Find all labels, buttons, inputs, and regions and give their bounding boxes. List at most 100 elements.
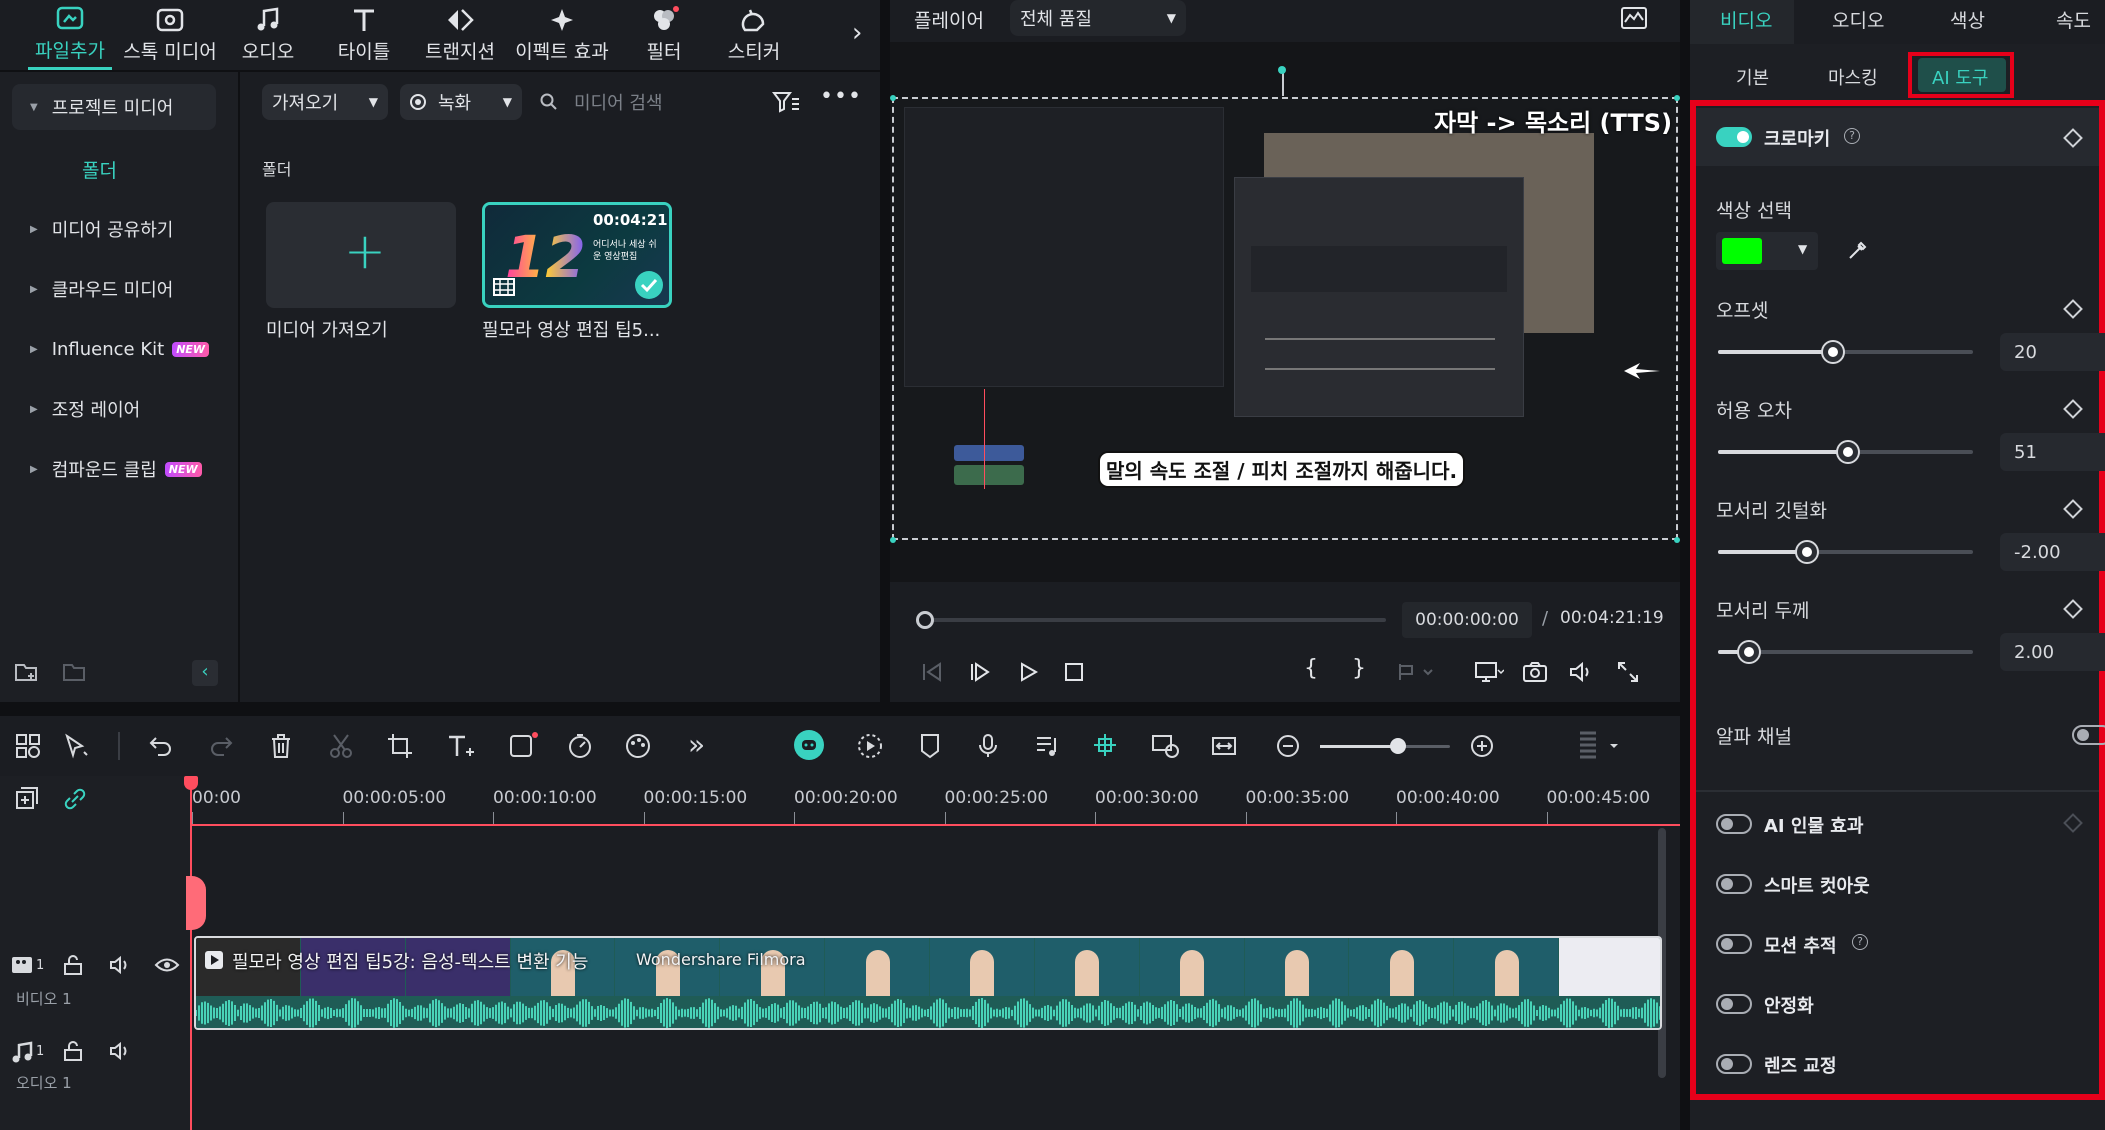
sidebar-item-influence-kit[interactable]: ▶ Influence Kit NEW	[12, 326, 216, 372]
select-cursor-icon[interactable]	[62, 732, 90, 760]
rotate-handle[interactable]	[1278, 66, 1286, 74]
param-slider-thumb[interactable]	[1838, 442, 1859, 462]
transform-corner-handle[interactable]	[890, 95, 896, 101]
speed-timer-icon[interactable]	[566, 732, 594, 760]
delete-folder-icon[interactable]	[62, 660, 88, 684]
ai-tool-toggle[interactable]	[1716, 1054, 1752, 1074]
sidebar-item-folder[interactable]: 폴더	[82, 156, 117, 183]
track-layout-icon[interactable]	[1576, 730, 1626, 762]
redo-icon[interactable]	[208, 734, 234, 758]
mark-in-icon[interactable]: {	[1304, 656, 1318, 681]
param-slider[interactable]	[1718, 542, 1973, 562]
help-icon[interactable]: ?	[1852, 934, 1868, 950]
media-search[interactable]: 미디어 검색	[540, 84, 663, 120]
render-preview-icon[interactable]	[1150, 732, 1180, 760]
sidebar-item-compound-clip[interactable]: ▶ 컴파운드 클립 NEW	[12, 446, 216, 492]
track-visibility-eye-icon[interactable]	[154, 954, 180, 976]
shape-add-icon[interactable]	[508, 730, 540, 760]
search-input[interactable]: 미디어 검색	[574, 89, 663, 115]
audio-mix-icon[interactable]	[1034, 732, 1060, 760]
track-mute-icon[interactable]	[108, 954, 132, 976]
timeline-ruler[interactable]: 00:00 00:00:05:00 00:00:10:00 00:00:15:00 00…	[190, 776, 1680, 824]
ai-tool-toggle[interactable]	[1716, 994, 1752, 1014]
previous-frame-icon[interactable]	[920, 660, 944, 684]
zoom-out-icon[interactable]	[1276, 734, 1300, 758]
subtab-masking[interactable]: 마스킹	[1828, 64, 1878, 90]
text-add-icon[interactable]	[446, 732, 476, 760]
param-value-input[interactable]: -2.00	[2000, 533, 2105, 571]
toolbar-effects[interactable]: 이펙트 효과	[512, 0, 612, 70]
split-scissors-icon[interactable]	[328, 732, 354, 760]
auto-highlight-icon[interactable]	[856, 732, 884, 760]
toolbar-transitions[interactable]: 트랜지션	[420, 0, 500, 70]
media-clip-tile[interactable]: 12 어디서나 세상 쉬운 영상편집 00:04:21	[482, 202, 672, 308]
collapse-sidebar-button[interactable]: ‹	[192, 660, 218, 686]
param-slider[interactable]	[1718, 642, 1973, 662]
import-media-tile[interactable]: +	[266, 202, 456, 308]
play-icon[interactable]	[1016, 660, 1040, 684]
track-lock-icon[interactable]	[62, 954, 84, 976]
zoom-slider-thumb[interactable]	[1390, 738, 1406, 754]
transform-corner-handle[interactable]	[890, 537, 896, 543]
video-preview[interactable]: 자막 -> 목소리 (TTS) 말의 속도 조절 / 피치 조절까지 해줍니다.	[890, 42, 1680, 582]
sidebar-item-media-share[interactable]: ▶ 미디어 공유하기	[12, 206, 216, 252]
delete-trash-icon[interactable]	[268, 732, 294, 760]
marker-shield-icon[interactable]	[918, 732, 942, 760]
fit-timeline-icon[interactable]	[1210, 732, 1238, 760]
param-slider-thumb[interactable]	[1738, 642, 1759, 662]
ai-tool-toggle[interactable]	[1716, 934, 1752, 954]
import-dropdown[interactable]: 가져오기 ▼	[262, 84, 388, 120]
fullscreen-icon[interactable]	[1616, 660, 1640, 684]
playhead[interactable]	[190, 776, 192, 1130]
eyedropper-icon[interactable]	[1846, 238, 1870, 262]
playhead-grip[interactable]	[186, 876, 206, 930]
tab-audio[interactable]: 오디오	[1832, 6, 1884, 33]
subtab-basic[interactable]: 기본	[1736, 64, 1769, 90]
next-frame-icon[interactable]	[968, 660, 992, 684]
snap-magnet-icon[interactable]	[1090, 730, 1120, 760]
record-dropdown[interactable]: 녹화 ▼	[400, 84, 522, 120]
param-slider[interactable]	[1718, 442, 1973, 462]
display-settings-icon[interactable]	[1474, 660, 1504, 684]
transform-corner-handle[interactable]	[1674, 537, 1680, 543]
ai-assistant-icon[interactable]	[794, 730, 824, 760]
key-color-picker[interactable]: ▼	[1716, 232, 1818, 270]
toolbar-stickers[interactable]: 스티커	[722, 0, 786, 70]
link-icon[interactable]	[62, 786, 88, 812]
param-slider-thumb[interactable]	[1822, 342, 1843, 362]
current-time[interactable]: 00:00:00:00	[1402, 602, 1532, 638]
new-folder-icon[interactable]	[14, 660, 40, 684]
mark-out-icon[interactable]: }	[1352, 656, 1366, 681]
toolbar-titles[interactable]: 타이틀	[334, 0, 394, 70]
playhead-handle[interactable]	[184, 776, 198, 790]
playback-progress-bar[interactable]	[926, 618, 1386, 622]
filter-sort-icon[interactable]	[772, 90, 800, 114]
track-lock-icon[interactable]	[62, 1040, 84, 1062]
crop-icon[interactable]	[386, 732, 414, 760]
toolbar-import[interactable]: 파일추가	[28, 0, 112, 70]
zoom-slider[interactable]	[1320, 738, 1450, 754]
alpha-channel-toggle[interactable]	[2072, 725, 2105, 745]
ai-tool-toggle[interactable]	[1716, 874, 1752, 894]
video-frame[interactable]: 자막 -> 목소리 (TTS) 말의 속도 조절 / 피치 조절까지 해줍니다.	[892, 97, 1678, 540]
layout-grid-icon[interactable]	[14, 732, 42, 760]
sidebar-item-adjustment-layer[interactable]: ▶ 조정 레이어	[12, 386, 216, 432]
add-track-icon[interactable]	[14, 786, 40, 812]
chevron-right-icon[interactable]: ›	[852, 18, 862, 48]
sidebar-item-cloud-media[interactable]: ▶ 클라우드 미디어	[12, 266, 216, 312]
microphone-icon[interactable]	[976, 732, 1000, 760]
param-value-input[interactable]: 2.00	[2000, 633, 2105, 671]
more-tools-icon[interactable]: »	[688, 728, 705, 761]
tab-speed[interactable]: 속도	[2056, 6, 2091, 33]
snapshot-camera-icon[interactable]	[1522, 660, 1548, 684]
ai-tool-toggle[interactable]	[1716, 814, 1752, 834]
progress-thumb[interactable]	[916, 611, 934, 629]
tab-color[interactable]: 색상	[1950, 6, 1985, 33]
chroma-key-toggle[interactable]	[1716, 127, 1752, 147]
undo-icon[interactable]	[148, 734, 174, 758]
toolbar-stock-media[interactable]: 스톡 미디어	[122, 0, 218, 70]
tab-video[interactable]: 비디오	[1720, 6, 1772, 33]
quality-dropdown[interactable]: 전체 품질 ▼	[1010, 0, 1186, 36]
toolbar-filters[interactable]: 필터	[640, 0, 688, 70]
param-value-input[interactable]: 20	[2000, 333, 2105, 371]
